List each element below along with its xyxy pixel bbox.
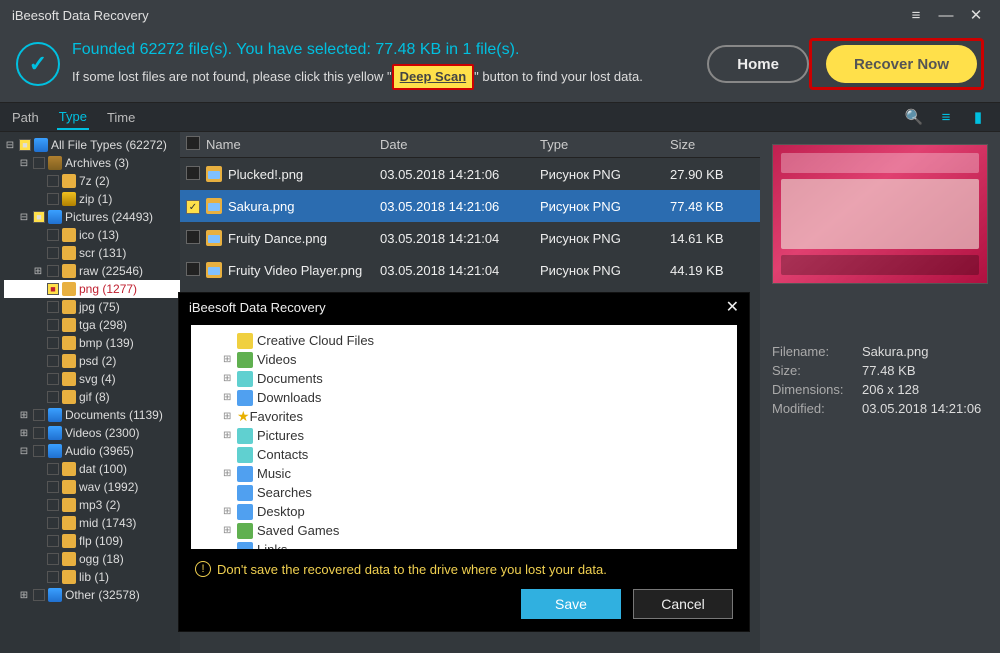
folder-item[interactable]: ⊞Pictures <box>195 426 733 445</box>
tree-node[interactable]: jpg (75) <box>4 298 180 316</box>
status-headline: Founded 62272 file(s). You have selected… <box>72 38 697 62</box>
tree-node[interactable]: bmp (139) <box>4 334 180 352</box>
tree-node[interactable]: ⊟■Pictures (24493) <box>4 208 180 226</box>
folder-item[interactable]: Contacts <box>195 445 733 464</box>
tree-node[interactable]: ⊟Audio (3965) <box>4 442 180 460</box>
app-title: iBeesoft Data Recovery <box>12 8 149 23</box>
preview-size-label: Size: <box>772 363 862 378</box>
recover-highlight: Recover Now <box>809 38 984 90</box>
dialog-cancel-button[interactable]: Cancel <box>633 589 733 619</box>
status-subtext: If some lost files are not found, please… <box>72 64 697 90</box>
tree-node[interactable]: mid (1743) <box>4 514 180 532</box>
tree-node[interactable]: ogg (18) <box>4 550 180 568</box>
dialog-warning: ! Don't save the recovered data to the d… <box>179 557 749 581</box>
column-date[interactable]: Date <box>380 137 540 152</box>
minimize-icon[interactable]: — <box>934 3 958 27</box>
column-name[interactable]: Name <box>206 137 380 152</box>
recover-now-button[interactable]: Recover Now <box>826 45 977 83</box>
row-checkbox[interactable] <box>186 230 200 244</box>
folder-item[interactable]: ⊞Music <box>195 464 733 483</box>
tree-node[interactable]: ⊞Documents (1139) <box>4 406 180 424</box>
tree-node[interactable]: lib (1) <box>4 568 180 586</box>
preview-modified: 03.05.2018 14:21:06 <box>862 401 981 416</box>
preview-dimensions: 206 x 128 <box>862 382 919 397</box>
file-row[interactable]: ✓Sakura.png03.05.2018 14:21:06Рисунок PN… <box>180 190 760 222</box>
tree-node[interactable]: mp3 (2) <box>4 496 180 514</box>
tab-time[interactable]: Time <box>105 106 137 129</box>
tree-node[interactable]: scr (131) <box>4 244 180 262</box>
dialog-folder-tree[interactable]: Creative Cloud Files⊞Videos⊞Documents⊞Do… <box>191 325 737 549</box>
dialog-save-button[interactable]: Save <box>521 589 621 619</box>
tree-node[interactable]: ⊞Other (32578) <box>4 586 180 604</box>
column-type[interactable]: Type <box>540 137 670 152</box>
file-row[interactable]: Fruity Dance.png03.05.2018 14:21:04Рисун… <box>180 222 760 254</box>
folder-item[interactable]: ⊞Documents <box>195 369 733 388</box>
file-row[interactable]: Plucked!.png03.05.2018 14:21:06Рисунок P… <box>180 158 760 190</box>
tree-sidebar[interactable]: ⊟■All File Types (62272)⊟Archives (3)7z … <box>0 132 180 653</box>
tree-node[interactable]: svg (4) <box>4 370 180 388</box>
titlebar: iBeesoft Data Recovery ≡ — ✕ <box>0 0 1000 30</box>
folder-item[interactable]: ⊞Downloads <box>195 388 733 407</box>
folder-item[interactable]: Links <box>195 540 733 549</box>
row-checkbox[interactable]: ✓ <box>186 200 200 214</box>
preview-size: 77.48 KB <box>862 363 916 378</box>
preview-toggle-icon[interactable]: ▮ <box>966 105 990 129</box>
tab-bar: Path Type Time 🔍 ≡ ▮ <box>0 102 1000 132</box>
tree-node[interactable]: ⊟■All File Types (62272) <box>4 136 180 154</box>
folder-item[interactable]: ⊞Videos <box>195 350 733 369</box>
dialog-title: iBeesoft Data Recovery <box>189 300 326 315</box>
row-checkbox[interactable] <box>186 262 200 276</box>
tree-node[interactable]: psd (2) <box>4 352 180 370</box>
tree-node[interactable]: ico (13) <box>4 226 180 244</box>
file-icon <box>206 230 222 246</box>
folder-item[interactable]: ⊞Saved Games <box>195 521 733 540</box>
row-checkbox[interactable] <box>186 166 200 180</box>
select-all-checkbox[interactable] <box>186 136 200 150</box>
preview-image <box>772 144 988 284</box>
tree-node[interactable]: flp (109) <box>4 532 180 550</box>
tree-node[interactable]: gif (8) <box>4 388 180 406</box>
tree-node[interactable]: ⊟Archives (3) <box>4 154 180 172</box>
warning-icon: ! <box>195 561 211 577</box>
tab-type[interactable]: Type <box>57 105 89 130</box>
tree-node[interactable]: dat (100) <box>4 460 180 478</box>
file-icon <box>206 198 222 214</box>
folder-item[interactable]: Creative Cloud Files <box>195 331 733 350</box>
home-button[interactable]: Home <box>707 45 809 83</box>
file-row[interactable]: Fruity Video Player.png03.05.2018 14:21:… <box>180 254 760 286</box>
status-banner: ✓ Founded 62272 file(s). You have select… <box>0 30 1000 102</box>
dialog-close-icon[interactable]: ✕ <box>726 297 739 317</box>
tree-node[interactable]: wav (1992) <box>4 478 180 496</box>
tab-path[interactable]: Path <box>10 106 41 129</box>
tree-node[interactable]: zip (1) <box>4 190 180 208</box>
file-icon <box>206 262 222 278</box>
preview-modified-label: Modified: <box>772 401 862 416</box>
deep-scan-button[interactable]: Deep Scan <box>392 64 474 90</box>
tree-node[interactable]: 7z (2) <box>4 172 180 190</box>
tree-node[interactable]: tga (298) <box>4 316 180 334</box>
search-icon[interactable]: 🔍 <box>902 105 926 129</box>
save-dialog: iBeesoft Data Recovery ✕ Creative Cloud … <box>178 292 750 632</box>
preview-pane: Filename:Sakura.png Size:77.48 KB Dimens… <box>760 132 1000 653</box>
folder-item[interactable]: Searches <box>195 483 733 502</box>
preview-dimensions-label: Dimensions: <box>772 382 862 397</box>
column-size[interactable]: Size <box>670 137 760 152</box>
tree-node[interactable]: ⊞Videos (2300) <box>4 424 180 442</box>
folder-item[interactable]: ⊞Desktop <box>195 502 733 521</box>
file-icon <box>206 166 222 182</box>
close-icon[interactable]: ✕ <box>964 3 988 27</box>
tree-node[interactable]: ■png (1277) <box>4 280 180 298</box>
check-icon: ✓ <box>16 42 60 86</box>
tree-node[interactable]: ⊞raw (22546) <box>4 262 180 280</box>
preview-filename: Sakura.png <box>862 344 929 359</box>
folder-item[interactable]: ⊞★Favorites <box>195 407 733 426</box>
menu-icon[interactable]: ≡ <box>904 3 928 27</box>
list-view-icon[interactable]: ≡ <box>934 105 958 129</box>
preview-filename-label: Filename: <box>772 344 862 359</box>
